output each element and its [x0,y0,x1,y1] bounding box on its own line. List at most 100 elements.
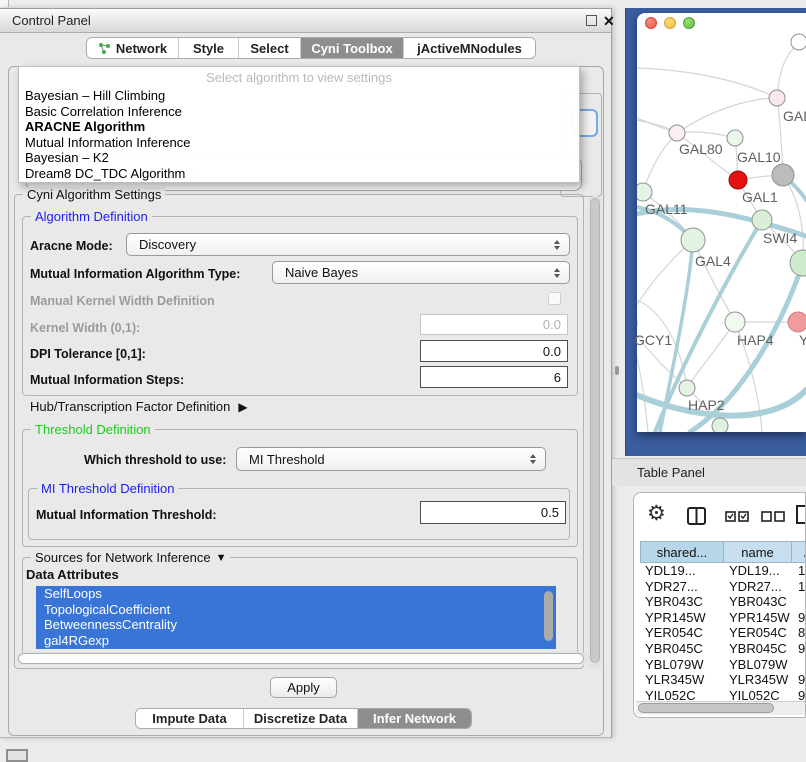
stepper-arrows-icon [549,240,564,250]
mac-zoom-button[interactable] [683,17,695,29]
panel-splitter-grip[interactable] [615,366,619,375]
show-columns-icon[interactable] [725,511,749,522]
apply-button[interactable]: Apply [270,677,337,698]
kernel-width-label: Kernel Width (0,1): [30,321,140,335]
network-node-gal1[interactable] [752,210,772,230]
dropdown-item[interactable]: Bayesian – K2 [25,150,109,165]
column-header-shared-name[interactable]: shared... [640,541,724,563]
table-row[interactable]: YPR145WYPR145W9. [640,610,806,626]
tab-label: Cyni Toolbox [311,41,392,56]
table-row[interactable]: YBR045CYBR045C9. [640,641,806,657]
dropdown-item[interactable]: Bayesian – Hill Climbing [25,88,165,103]
table-row[interactable]: YDR27...YDR27...12 [640,579,806,595]
network-node-label: GAL4 [695,253,731,269]
column-header-name[interactable]: name [724,541,792,563]
dropdown-item-selected[interactable]: ARACNE Algorithm [25,119,145,134]
data-attributes-list: SelfLoops TopologicalCoefficient Between… [36,586,556,649]
attribute-item-selected[interactable]: BetweennessCentrality [36,617,556,633]
tab-label: Select [250,41,288,56]
network-node[interactable] [788,312,806,332]
tab-label: jActiveMNodules [417,41,522,56]
aracne-mode-select[interactable]: Discovery [126,233,570,256]
mac-minimize-button[interactable] [664,17,676,29]
attribute-item-selected[interactable]: SelfLoops [36,586,556,602]
table-hscrollbar-thumb[interactable] [638,703,774,713]
tab-network[interactable]: Network [87,38,179,58]
gear-icon[interactable]: ⚙ [647,503,666,524]
close-window-icon[interactable]: ✕ [603,12,615,30]
network-node-label: SWI4 [763,230,797,246]
split-columns-icon[interactable] [687,507,706,525]
export-table-icon[interactable] [796,505,806,524]
table-row[interactable]: YBR043CYBR043C [640,594,806,610]
stepper-arrows-icon [525,454,540,464]
algorithm-dropdown-popup: Select algorithm to view settings Bayesi… [18,66,580,183]
apply-button-label: Apply [287,680,320,695]
attribute-item-selected[interactable]: gal4RGexp [36,633,556,649]
mi-steps-label: Mutual Information Steps: [30,373,184,387]
hub-definition-label: Hub/Transcription Factor Definition [30,399,230,414]
network-node-label: GAL10 [737,149,781,165]
tab-jactivemnodules[interactable]: jActiveMNodules [404,38,535,58]
hide-columns-icon[interactable] [761,511,785,522]
mi-steps-field[interactable]: 6 [420,366,568,388]
which-threshold-label: Which threshold to use: [84,453,226,467]
network-node-hap2[interactable] [679,380,695,396]
network-node[interactable] [772,164,794,186]
group-title: Cyni Algorithm Settings [23,187,165,202]
network-node[interactable] [790,250,806,276]
table-panel-container: ⚙ shared... name A YDL19.. [633,492,806,718]
tab-discretize-data[interactable]: Discretize Data [244,709,358,728]
table-panel-header: Table Panel [612,458,806,486]
manual-kernel-checkbox[interactable] [548,292,561,305]
hub-definition-expander[interactable]: Hub/Transcription Factor Definition ▶ [30,399,248,414]
network-node-label: GAL11 [645,201,688,217]
network-node-gal80[interactable] [669,125,685,141]
settings-hscrollbar-thumb[interactable] [18,653,584,664]
tab-label: Infer Network [373,711,456,726]
tab-cyni-toolbox[interactable]: Cyni Toolbox [301,38,404,58]
aracne-mode-label: Aracne Mode: [30,239,113,253]
attribute-item-selected[interactable]: TopologicalCoefficient [36,602,556,618]
kernel-width-field[interactable]: 0.0 [420,314,568,335]
dpi-tolerance-field[interactable]: 0.0 [420,340,568,362]
mi-threshold-field[interactable]: 0.5 [420,501,566,524]
mac-close-button[interactable] [645,17,657,29]
tab-style[interactable]: Style [179,38,239,58]
network-node-label: GAL80 [679,141,723,157]
network-node[interactable] [769,90,785,106]
screenshot-root: Control Panel ✕ Network Style Select [0,0,806,762]
tab-select[interactable]: Select [239,38,301,58]
tab-infer-network[interactable]: Infer Network [358,709,471,728]
network-icon [98,42,111,55]
network-node-label: GAL [783,108,806,124]
network-node[interactable] [712,418,728,432]
network-node-hap4[interactable] [725,312,745,332]
tab-impute-data[interactable]: Impute Data [136,709,244,728]
network-node[interactable] [791,34,806,50]
control-panel-titlebar: Control Panel ✕ [0,9,611,33]
minimized-panel-fragment[interactable] [6,749,28,762]
network-node-gal4[interactable] [681,228,705,252]
tab-label: Impute Data [152,711,226,726]
group-title: Algorithm Definition [31,209,152,224]
table-row[interactable]: YLR345WYLR345W9. [640,672,806,688]
attribute-list-scrollbar-thumb[interactable] [544,591,553,641]
table-row[interactable]: YER054CYER054C8. [640,625,806,641]
network-node-gal10[interactable] [727,130,743,146]
table-row[interactable]: YDL19...YDL19...13 [640,563,806,579]
column-header-cropped[interactable]: A [792,541,806,563]
network-node-gal11[interactable] [637,183,652,201]
which-threshold-select[interactable]: MI Threshold [236,447,546,471]
network-node-selected[interactable] [729,171,747,189]
group-title: Threshold Definition [31,422,155,437]
dropdown-item[interactable]: Dream8 DC_TDC Algorithm [25,166,185,181]
tab-label: Discretize Data [254,711,347,726]
dropdown-item[interactable]: Basic Correlation Inference [25,104,182,119]
group-title[interactable]: Sources for Network Inference ▼ [31,550,230,565]
mi-type-select[interactable]: Naive Bayes [272,261,570,284]
float-window-icon[interactable] [586,15,597,26]
dropdown-item[interactable]: Mutual Information Inference [25,135,190,150]
settings-vscrollbar-thumb[interactable] [590,198,600,663]
table-row[interactable]: YBL079WYBL079W [640,657,806,673]
